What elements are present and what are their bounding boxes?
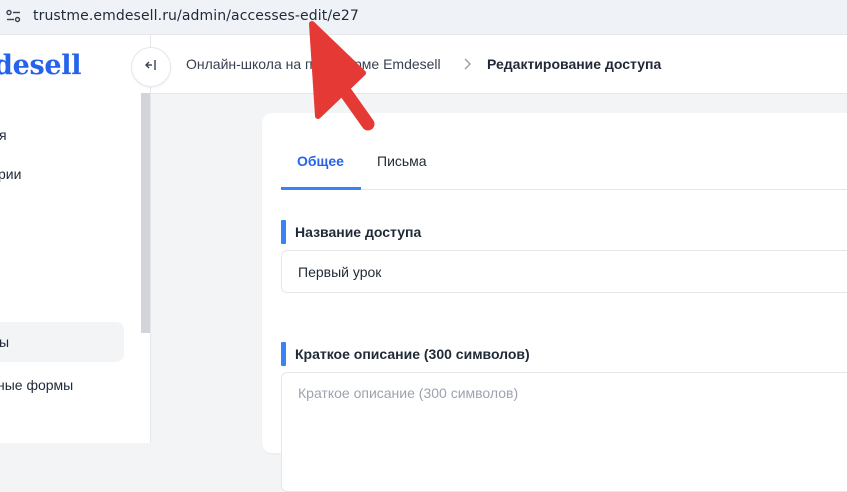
sidebar-item-label: ные формы <box>0 377 74 393</box>
sidebar-item-1[interactable]: я <box>0 115 124 155</box>
sidebar-item-label: ы <box>0 334 10 350</box>
sidebar-item-3-active[interactable]: ы <box>0 322 124 362</box>
tab-general[interactable]: Общее <box>297 153 344 189</box>
tabs-divider <box>281 189 847 190</box>
collapse-sidebar-button[interactable] <box>131 47 171 87</box>
section-marker <box>281 220 286 244</box>
chevron-right-icon <box>463 57 473 73</box>
name-field-label: Название доступа <box>295 224 422 240</box>
sidebar-item-label: я <box>0 127 7 143</box>
browser-address-bar: trustme.emdesell.ru/admin/accesses-edit/… <box>0 0 847 35</box>
collapse-left-icon <box>144 58 158 76</box>
sidebar-scrollbar[interactable] <box>141 93 150 333</box>
name-field[interactable] <box>281 250 847 293</box>
sidebar-item-2[interactable]: рии <box>0 154 124 194</box>
site-info-icon[interactable] <box>5 8 22 25</box>
sidebar-item-label: рии <box>0 166 22 182</box>
description-field-label: Краткое описание (300 символов) <box>295 346 530 362</box>
main-card: Общее Письма Название доступа Краткое оп… <box>262 113 847 492</box>
top-header: Онлайн-школа на платформе Emdesell Редак… <box>151 35 847 94</box>
logo[interactable]: desell <box>0 50 81 81</box>
sidebar-item-4[interactable]: ные формы <box>0 365 124 405</box>
active-tab-indicator <box>281 187 361 190</box>
breadcrumb-current: Редактирование доступа <box>487 56 662 72</box>
tab-letters[interactable]: Письма <box>377 153 427 189</box>
description-field[interactable] <box>281 372 847 492</box>
section-marker <box>281 342 286 366</box>
annotation-arrow-icon <box>309 21 375 131</box>
sidebar: desell я рии ы ные формы <box>0 35 151 443</box>
